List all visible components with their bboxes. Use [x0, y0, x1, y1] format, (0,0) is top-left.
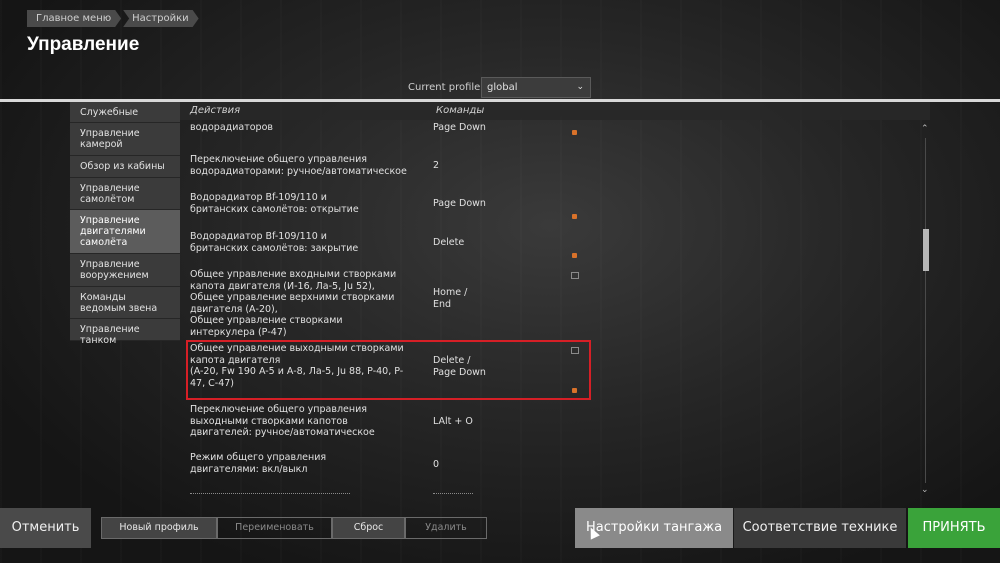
row-command: 2 — [433, 160, 440, 171]
row-command: Page Down — [433, 198, 486, 209]
breadcrumb: Главное меню Настройки — [27, 10, 201, 27]
sidebar: Служебные Управление камерой Обзор из ка… — [70, 102, 180, 346]
table-row[interactable]: Водорадиатор Bf-109/110 и британских сам… — [180, 192, 920, 228]
column-commands: Команды — [436, 105, 485, 116]
bind-edit-icon[interactable] — [572, 130, 577, 135]
chevron-down-icon: ⌄ — [576, 82, 584, 92]
row-action: Переключение общего управления водорадиа… — [190, 154, 407, 177]
table-row[interactable] — [180, 493, 920, 497]
rename-button[interactable]: Переименовать — [217, 517, 332, 539]
scroll-down-icon[interactable]: ⌄ — [921, 485, 929, 495]
delete-button[interactable]: Удалить — [405, 517, 487, 539]
row-command: Delete — [433, 237, 465, 248]
profile-select[interactable]: global ⌄ — [481, 77, 591, 98]
scroll-up-icon[interactable]: ⌃ — [921, 124, 929, 134]
sidebar-item-aircraft[interactable]: Управление самолётом — [70, 178, 180, 210]
row-action: Общее управление входными створками капо… — [190, 269, 397, 338]
vehicle-match-button[interactable]: Соответствие технике — [734, 508, 906, 548]
accept-button[interactable]: ПРИНЯТЬ — [908, 508, 1000, 548]
table-row[interactable]: Переключение общего управления выходными… — [180, 404, 920, 448]
highlight-frame — [186, 340, 591, 400]
row-command: 0 — [433, 459, 440, 470]
sidebar-item-camera[interactable]: Управление камерой — [70, 123, 180, 156]
scrollbar-thumb[interactable] — [923, 229, 929, 271]
table-row[interactable]: Общее управление входными створками капо… — [180, 269, 920, 338]
row-action: Водорадиатор Bf-109/110 и британских сам… — [190, 231, 359, 254]
table-header: Действия Команды — [180, 102, 930, 120]
profile-value: global — [487, 82, 518, 93]
bottom-bar: Отменить Новый профиль Переименовать Сбр… — [0, 508, 1000, 548]
bind-edit-icon[interactable] — [572, 214, 577, 219]
sidebar-item-weapons[interactable]: Управление вооружением — [70, 254, 180, 287]
scrollbar-track[interactable] — [925, 138, 926, 483]
sidebar-item-tank[interactable]: Управление танком — [70, 319, 180, 346]
table-row[interactable]: Переключение общего управления водорадиа… — [180, 154, 920, 186]
row-action: Водорадиатор Bf-109/110 и британских сам… — [190, 192, 359, 215]
sidebar-item-engines[interactable]: Управление двигателями самолёта — [70, 210, 180, 254]
new-profile-button[interactable]: Новый профиль — [101, 517, 217, 539]
row-command: Delete /Page Down — [433, 120, 486, 133]
row-action: Режим общего управления двигателями: вкл… — [190, 452, 327, 475]
row-command: Home / End — [433, 287, 468, 310]
pitch-settings-button[interactable]: Настройки тангажа — [575, 508, 733, 548]
bind-edit-icon[interactable] — [572, 253, 577, 258]
sidebar-item-cockpit-view[interactable]: Обзор из кабины — [70, 156, 180, 178]
table-row[interactable]: Водорадиатор Bf-109/110 и британских сам… — [180, 231, 920, 267]
cancel-button[interactable]: Отменить — [0, 508, 91, 548]
bindings-table: Общее управление створками водорадиаторо… — [180, 120, 920, 497]
table-row[interactable]: Общее управление створками водорадиаторо… — [180, 120, 920, 145]
sidebar-item-wingmen[interactable]: Команды ведомым звена — [70, 287, 180, 319]
page-title: Управление — [27, 34, 140, 55]
column-action: Действия — [190, 105, 241, 116]
row-command: LAlt + O — [433, 416, 473, 427]
profile-label: Current profile — [408, 82, 481, 93]
breadcrumb-main-menu[interactable]: Главное меню — [27, 10, 121, 27]
row-action: Общее управление створками водорадиаторо… — [190, 120, 343, 133]
row-action: Переключение общего управления выходными… — [190, 404, 375, 438]
table-row[interactable]: Режим общего управления двигателями: вкл… — [180, 452, 920, 486]
reset-button[interactable]: Сброс — [332, 517, 405, 539]
bind-slot-icon[interactable] — [571, 272, 579, 279]
breadcrumb-settings[interactable]: Настройки — [123, 10, 198, 27]
sidebar-item-service[interactable]: Служебные — [70, 102, 180, 123]
